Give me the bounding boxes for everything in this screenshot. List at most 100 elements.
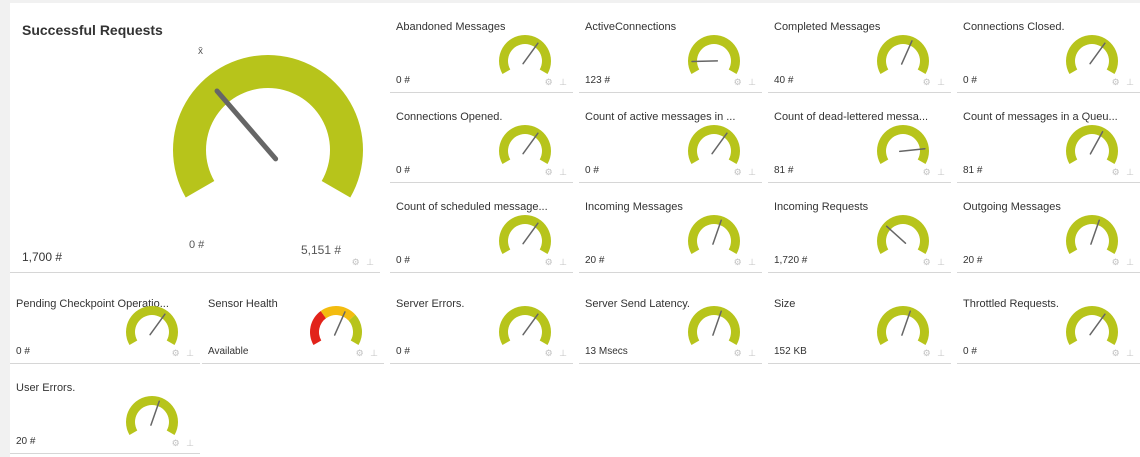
sensor-tile[interactable]: Sensor Health Available ⚙ ⊥ — [202, 280, 384, 364]
sensor-tile[interactable]: Pending Checkpoint Operatio... 0 # ⚙ ⊥ — [10, 280, 200, 364]
gauge-needle — [522, 313, 539, 336]
sensor-value: 0 # — [396, 75, 410, 86]
sensor-value: 20 # — [585, 255, 605, 266]
tile-tools: ⚙ ⊥ — [1112, 77, 1136, 88]
gear-icon[interactable]: ⚙ — [356, 348, 366, 359]
tile-tools: ⚙ ⊥ — [545, 348, 569, 359]
sensor-tile[interactable]: Count of active messages in ... 0 # ⚙ ⊥ — [579, 93, 762, 183]
gear-icon[interactable]: ⚙ — [734, 348, 744, 359]
gauge-arc — [1066, 125, 1118, 164]
pin-icon[interactable]: ⊥ — [366, 257, 376, 268]
sensor-value: 0 # — [963, 75, 977, 86]
sensor-tile[interactable]: Count of scheduled message... 0 # ⚙ ⊥ — [390, 183, 573, 273]
gear-icon[interactable]: ⚙ — [734, 77, 744, 88]
gear-icon[interactable]: ⚙ — [545, 77, 555, 88]
sensor-tile[interactable]: Count of messages in a Queu... 81 # ⚙ ⊥ — [957, 93, 1140, 183]
sensor-name: Outgoing Messages — [963, 201, 1061, 213]
pin-icon[interactable]: ⊥ — [559, 257, 569, 268]
sensor-name: Size — [774, 298, 796, 310]
sensor-value: 0 # — [16, 346, 30, 357]
pin-icon[interactable]: ⊥ — [1126, 77, 1136, 88]
sensor-value: 123 # — [585, 75, 611, 86]
sensor-value: 20 # — [16, 436, 36, 447]
sensor-tile[interactable]: Connections Opened. 0 # ⚙ ⊥ — [390, 93, 573, 183]
gear-icon[interactable]: ⚙ — [734, 257, 744, 268]
gear-icon[interactable]: ⚙ — [1112, 77, 1122, 88]
gear-icon[interactable]: ⚙ — [1112, 167, 1122, 178]
pin-icon[interactable]: ⊥ — [1126, 257, 1136, 268]
sensor-value: 0 # — [585, 165, 599, 176]
gear-icon[interactable]: ⚙ — [1112, 348, 1122, 359]
tile-tools: ⚙ ⊥ — [1112, 257, 1136, 268]
gauge-needle — [1089, 42, 1106, 65]
pin-icon[interactable]: ⊥ — [937, 77, 947, 88]
tile-tools: ⚙ ⊥ — [734, 257, 758, 268]
main-gauge-tile[interactable]: Successful Requests x̄ 0 # 5,151 # 1,700… — [10, 3, 380, 273]
gauge-arc — [877, 306, 929, 345]
gauge-needle — [522, 132, 539, 155]
sensor-tile[interactable]: Server Send Latency. 13 Msecs ⚙ ⊥ — [579, 280, 762, 364]
sensor-tile[interactable]: Outgoing Messages 20 # ⚙ ⊥ — [957, 183, 1140, 273]
pin-icon[interactable]: ⊥ — [937, 257, 947, 268]
sensor-value: 0 # — [396, 346, 410, 357]
sensor-tile[interactable]: ActiveConnections 123 # ⚙ ⊥ — [579, 3, 762, 93]
pin-icon[interactable]: ⊥ — [559, 167, 569, 178]
gauge-arc — [877, 125, 929, 164]
pin-icon[interactable]: ⊥ — [1126, 167, 1136, 178]
sensor-tile[interactable]: Incoming Messages 20 # ⚙ ⊥ — [579, 183, 762, 273]
gear-icon[interactable]: ⚙ — [1112, 257, 1122, 268]
sensor-tile[interactable]: Abandoned Messages 0 # ⚙ ⊥ — [390, 3, 573, 93]
gauge-needle — [691, 60, 719, 63]
main-gauge-max: 5,151 # — [301, 243, 342, 257]
sensor-tile[interactable]: Connections Closed. 0 # ⚙ ⊥ — [957, 3, 1140, 93]
gear-icon[interactable]: ⚙ — [923, 77, 933, 88]
pin-icon[interactable]: ⊥ — [748, 257, 758, 268]
sensor-name: Incoming Messages — [585, 201, 683, 213]
gauge-needle — [522, 42, 539, 65]
gauge-arc — [1066, 306, 1118, 345]
sensor-name: Incoming Requests — [774, 201, 869, 213]
sensor-value: Available — [208, 346, 249, 357]
pin-icon[interactable]: ⊥ — [559, 77, 569, 88]
pin-icon[interactable]: ⊥ — [937, 167, 947, 178]
sensor-tile[interactable]: Count of dead-lettered messa... 81 # ⚙ ⊥ — [768, 93, 951, 183]
gear-icon[interactable]: ⚙ — [545, 167, 555, 178]
pin-icon[interactable]: ⊥ — [370, 348, 380, 359]
pin-icon[interactable]: ⊥ — [186, 438, 196, 449]
sensor-name: Abandoned Messages — [396, 21, 506, 33]
sensor-tile[interactable]: User Errors. 20 # ⚙ ⊥ — [10, 364, 200, 454]
gear-icon[interactable]: ⚙ — [734, 167, 744, 178]
gauge-arc — [173, 55, 363, 198]
gear-icon[interactable]: ⚙ — [545, 257, 555, 268]
gear-icon[interactable]: ⚙ — [923, 167, 933, 178]
gear-icon[interactable]: ⚙ — [923, 348, 933, 359]
sensor-name: Throttled Requests. — [963, 298, 1059, 310]
tile-tools: ⚙ ⊥ — [734, 77, 758, 88]
gauge-arc — [1066, 35, 1118, 74]
pin-icon[interactable]: ⊥ — [1126, 348, 1136, 359]
tile-tools: ⚙ ⊥ — [923, 257, 947, 268]
pin-icon[interactable]: ⊥ — [748, 348, 758, 359]
dashboard-panel: Successful Requests x̄ 0 # 5,151 # 1,700… — [10, 3, 1140, 457]
pin-icon[interactable]: ⊥ — [186, 348, 196, 359]
sensor-tile[interactable]: Incoming Requests 1,720 # ⚙ ⊥ — [768, 183, 951, 273]
gear-icon[interactable]: ⚙ — [352, 257, 362, 268]
sensor-value: 1,720 # — [774, 255, 808, 266]
gear-icon[interactable]: ⚙ — [172, 348, 182, 359]
pin-icon[interactable]: ⊥ — [559, 348, 569, 359]
gear-icon[interactable]: ⚙ — [172, 438, 182, 449]
sensor-name: Connections Closed. — [963, 21, 1065, 33]
sensor-tile[interactable]: Server Errors. 0 # ⚙ ⊥ — [390, 280, 573, 364]
sensor-name: Sensor Health — [208, 298, 278, 310]
sensor-tile[interactable]: Completed Messages 40 # ⚙ ⊥ — [768, 3, 951, 93]
pin-icon[interactable]: ⊥ — [937, 348, 947, 359]
sensor-tile[interactable]: Size 152 KB ⚙ ⊥ — [768, 280, 951, 364]
tile-tools: ⚙ ⊥ — [172, 348, 196, 359]
sensor-name: User Errors. — [16, 382, 76, 394]
pin-icon[interactable]: ⊥ — [748, 167, 758, 178]
gear-icon[interactable]: ⚙ — [923, 257, 933, 268]
sensor-tile[interactable]: Throttled Requests. 0 # ⚙ ⊥ — [957, 280, 1140, 364]
pin-icon[interactable]: ⊥ — [748, 77, 758, 88]
gear-icon[interactable]: ⚙ — [545, 348, 555, 359]
sensor-value: 152 KB — [774, 346, 807, 357]
